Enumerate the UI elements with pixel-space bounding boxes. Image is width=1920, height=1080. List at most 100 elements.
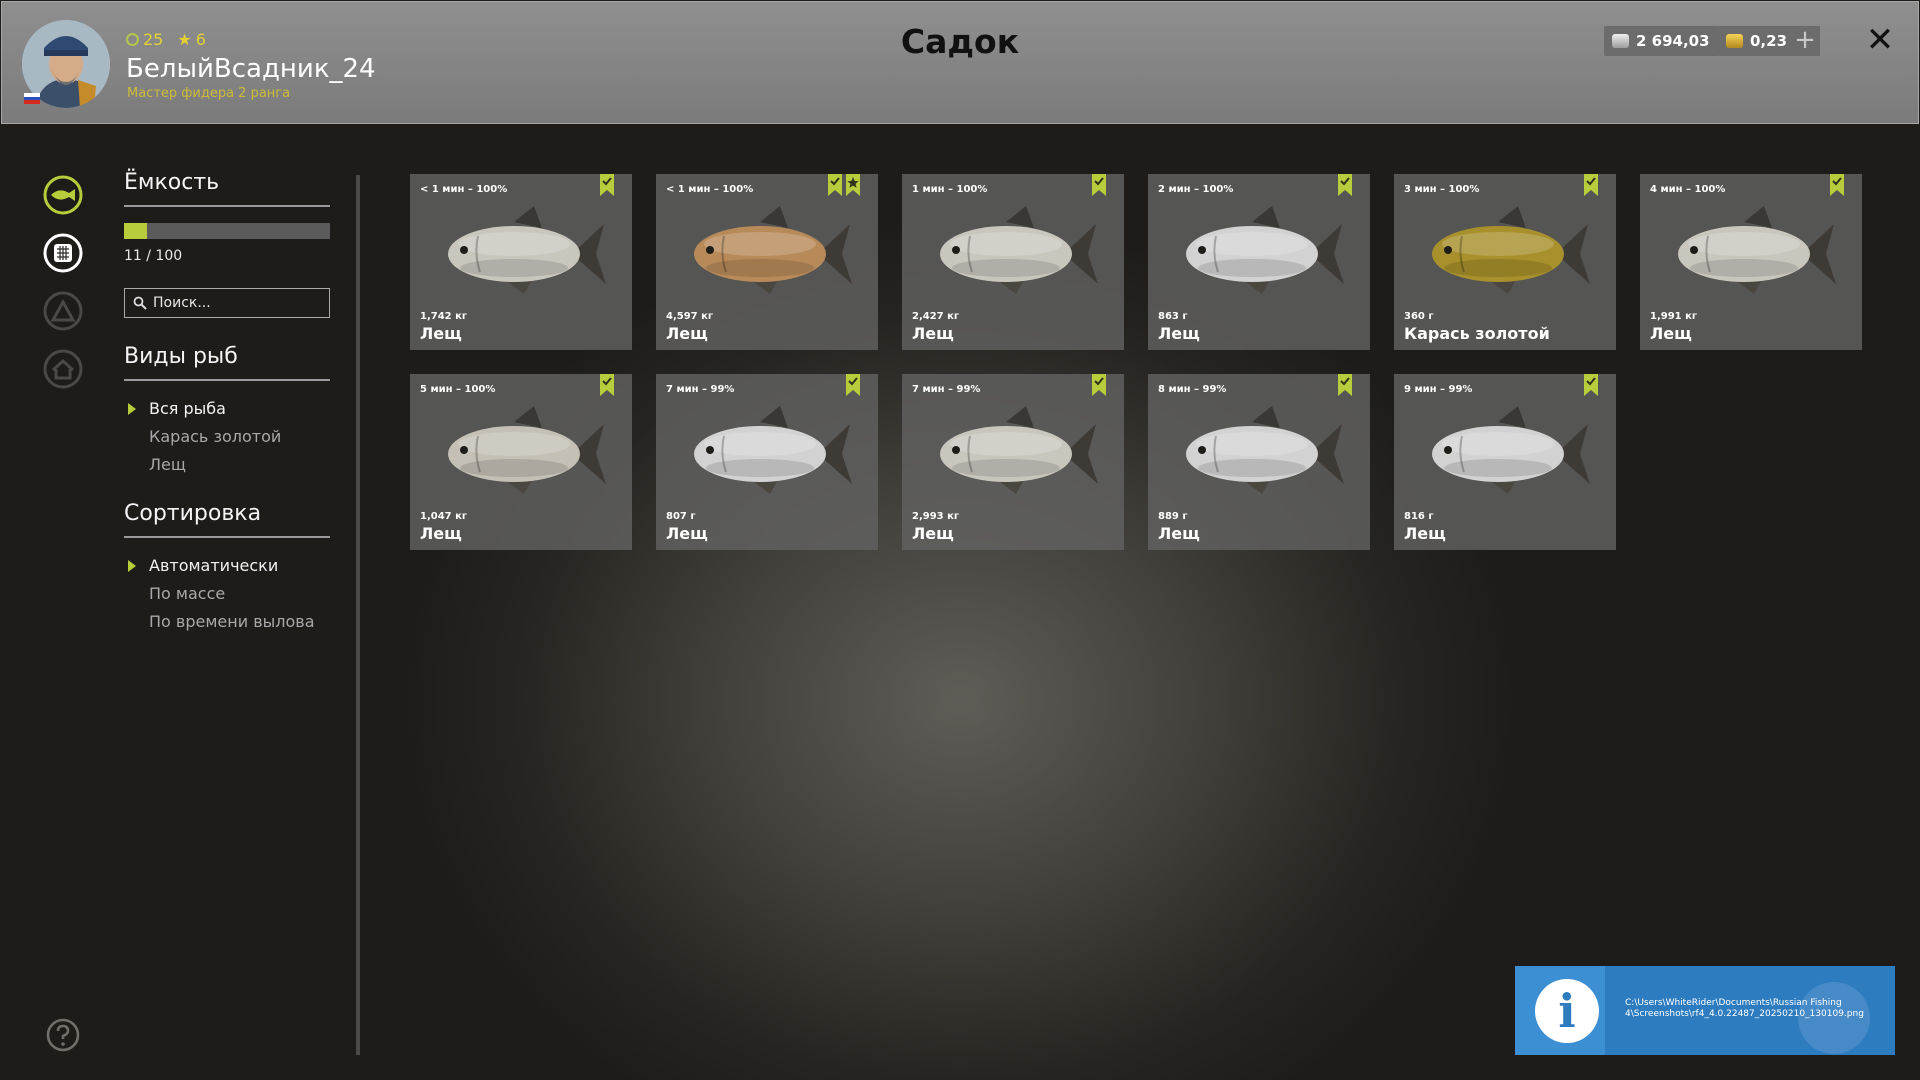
fish-caught-time: 1 мин – 100% [912,184,988,195]
sorting-list: Автоматически По массе По времени вылова [124,552,330,636]
fish-caught-time: < 1 мин – 100% [420,184,508,195]
fish-card[interactable]: 1 мин – 100% 2,427 кг Лещ [902,174,1124,350]
fish-card[interactable]: 2 мин – 100% 863 г Лещ [1148,174,1370,350]
fish-name: Лещ [666,324,708,343]
add-gold-button[interactable]: + [1790,26,1820,56]
fish-weight: 1,047 кг [420,511,468,522]
home-tab[interactable] [43,349,83,389]
fish-card[interactable]: 7 мин – 99% 2,993 кг Лещ [902,374,1124,550]
help-icon[interactable] [45,1017,81,1053]
bookmark-icon[interactable] [1338,174,1352,196]
fish-image [448,206,606,294]
bookmark-icon[interactable] [1830,174,1844,196]
fish-card[interactable]: 8 мин – 99% 889 г Лещ [1148,374,1370,550]
fish-image [1186,206,1344,294]
silver-amount: 2 694,03 [1636,32,1710,50]
species-option-all[interactable]: Вся рыба [124,395,330,423]
species-option-bream[interactable]: Лещ [124,451,330,479]
fish-card[interactable]: 4 мин – 100% 1,991 кг Лещ [1640,174,1862,350]
species-option-label: Вся рыба [149,399,226,418]
fish-card[interactable]: < 1 мин – 100% 1,742 кг Лещ [410,174,632,350]
bookmark-icon[interactable] [1092,174,1106,196]
bookmark-icon[interactable] [1338,374,1352,396]
fish-weight: 889 г [1158,511,1188,522]
star-icon[interactable] [846,174,860,196]
fish-image [940,406,1098,494]
bookmark-icon[interactable] [600,174,614,196]
sort-option-label: По массе [149,584,226,603]
bookmark-icon[interactable] [1584,174,1598,196]
fish-name: Лещ [1158,524,1200,543]
fish-name: Лещ [420,324,462,343]
keepnet-tab[interactable] [43,233,83,273]
fish-caught-time: 8 мин – 99% [1158,384,1227,395]
screenshot-notification[interactable]: i C:\Users\WhiteRider\Documents\Russian … [1515,966,1895,1055]
fish-card[interactable]: 5 мин – 100% 1,047 кг Лещ [410,374,632,550]
capacity-title: Ёмкость [124,170,330,207]
species-option-crucian[interactable]: Карась золотой [124,423,330,451]
fish-weight: 863 г [1158,311,1188,322]
camp-tab[interactable] [43,291,83,331]
fish-caught-time: 7 мин – 99% [666,384,735,395]
fish-caught-time: < 1 мин – 100% [666,184,754,195]
fish-caught-time: 7 мин – 99% [912,384,981,395]
fish-image [448,406,606,494]
fish-name: Лещ [420,524,462,543]
fish-name: Лещ [1650,324,1692,343]
sorting-title: Сортировка [124,501,330,538]
bookmark-icon[interactable] [600,374,614,396]
fish-card[interactable]: < 1 мин – 100% 4,597 кг Лещ [656,174,878,350]
bookmark-icon[interactable] [1092,374,1106,396]
capacity-fill [124,223,147,239]
fish-weight: 2,993 кг [912,511,960,522]
species-option-label: Карась золотой [149,427,282,446]
screenshot-path: C:\Users\WhiteRider\Documents\Russian Fi… [1625,998,1864,1019]
sort-option-weight[interactable]: По массе [124,580,330,608]
fish-weight: 360 г [1404,311,1434,322]
fish-card[interactable]: 7 мин – 99% 807 г Лещ [656,374,878,550]
fish-tab[interactable] [43,175,83,215]
bookmark-icon[interactable] [828,174,842,196]
gold-amount: 0,23 [1750,32,1788,50]
fish-weight: 807 г [666,511,696,522]
fish-card[interactable]: 3 мин – 100% 360 г Карась золотой [1394,174,1616,350]
bookmark-icon[interactable] [846,374,860,396]
species-title: Виды рыб [124,344,330,381]
selected-arrow-icon [128,403,136,415]
fish-card[interactable]: 9 мин – 99% 816 г Лещ [1394,374,1616,550]
search-input[interactable]: Поиск... [124,288,330,318]
close-button[interactable]: ✕ [1862,22,1898,58]
fish-image [694,206,852,294]
fish-image [1678,206,1836,294]
player-rank: Мастер фидера 2 ранга [127,86,291,101]
capacity-bar [124,223,330,239]
fish-name: Лещ [1158,324,1200,343]
fish-weight: 4,597 кг [666,311,714,322]
fish-name: Лещ [1404,524,1446,543]
home-icon [43,349,83,389]
fish-icon [43,175,83,215]
fish-caught-time: 2 мин – 100% [1158,184,1234,195]
fish-weight: 1,742 кг [420,311,468,322]
info-icon: i [1535,979,1599,1043]
selected-arrow-icon [128,560,136,572]
fish-caught-time: 4 мин – 100% [1650,184,1726,195]
species-option-label: Лещ [149,455,186,474]
fish-image [1432,406,1590,494]
fish-name: Лещ [912,524,954,543]
sort-option-auto[interactable]: Автоматически [124,552,330,580]
fish-image [1432,206,1590,294]
fish-caught-time: 9 мин – 99% [1404,384,1473,395]
panel-divider [356,175,360,1055]
bookmark-icon[interactable] [1584,374,1598,396]
filter-panel: Ёмкость 11 / 100 Поиск... Виды рыб Вся р… [124,170,330,636]
fish-image [694,406,852,494]
fish-image [940,206,1098,294]
sort-option-label: Автоматически [149,556,279,575]
fish-name: Лещ [666,524,708,543]
gold-coin-icon [1726,34,1743,48]
sort-option-label: По времени вылова [149,612,315,631]
fish-name: Карась золотой [1404,324,1550,343]
sort-option-time[interactable]: По времени вылова [124,608,330,636]
silver-balance: 2 694,03 [1604,26,1719,56]
